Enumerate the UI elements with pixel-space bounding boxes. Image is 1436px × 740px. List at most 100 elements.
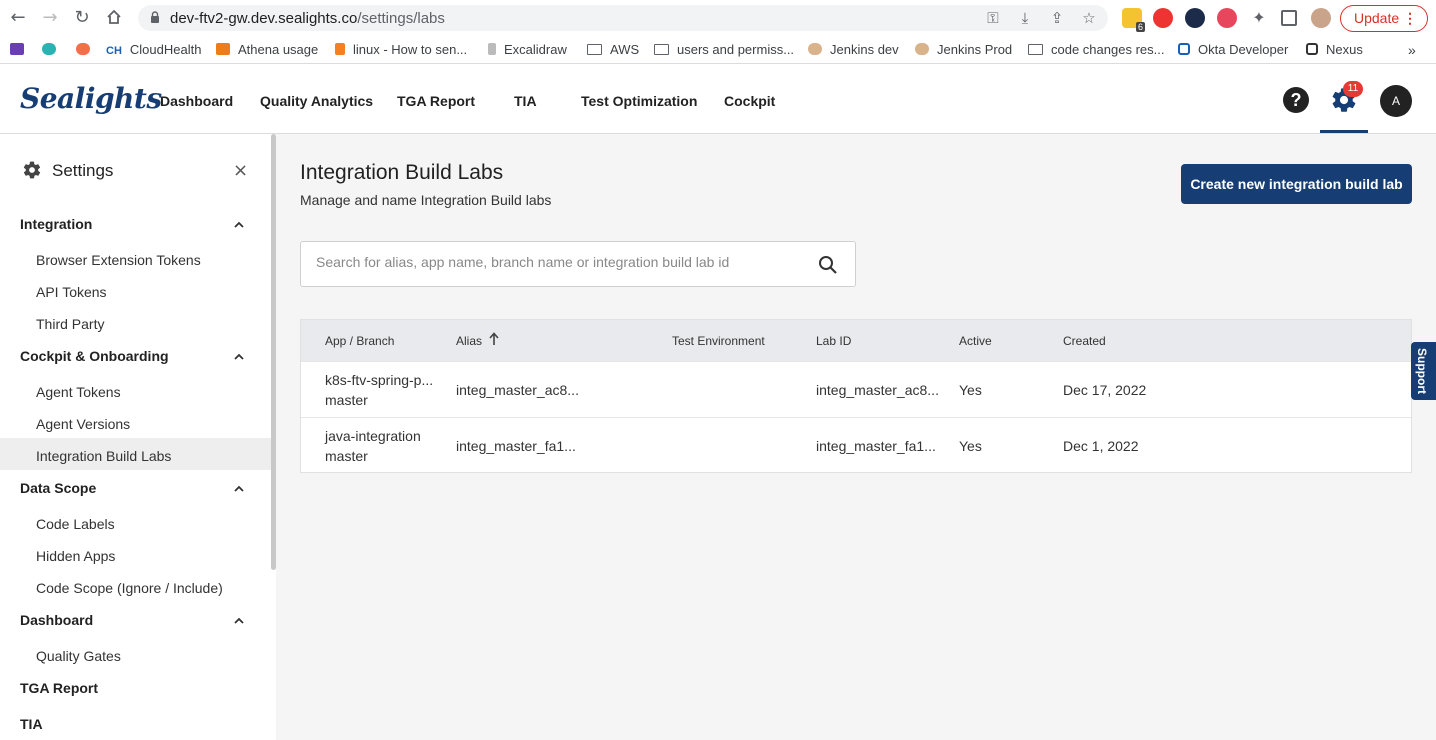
column-app-branch[interactable]: App / Branch — [325, 334, 394, 348]
bookmark-nexus[interactable]: Nexus — [1306, 42, 1363, 57]
bookmark-jenkins-dev[interactable]: Jenkins dev — [808, 42, 899, 57]
sidebar-item-quality-gates[interactable]: Quality Gates — [36, 648, 121, 664]
column-active[interactable]: Active — [959, 334, 992, 348]
sidebar-item-browser-extension-tokens[interactable]: Browser Extension Tokens — [36, 252, 201, 268]
bookmark-athena-usage[interactable]: Athena usage — [216, 42, 318, 57]
user-avatar[interactable]: A — [1380, 85, 1412, 117]
sidebar-item-code-labels[interactable]: Code Labels — [36, 516, 115, 532]
extensions-puzzle-icon[interactable]: ✦ — [1249, 8, 1269, 28]
sidebar-section-integration[interactable]: Integration — [20, 216, 92, 232]
cell-created: Dec 1, 2022 — [1063, 438, 1139, 454]
sidebar-item-api-tokens[interactable]: API Tokens — [36, 284, 107, 300]
notification-badge: 11 — [1343, 81, 1363, 97]
bookmark-favicon-orange[interactable] — [76, 42, 98, 57]
table-row[interactable]: k8s-ftv-spring-p... master integ_master_… — [301, 361, 1411, 417]
sidebar-section-tga-report[interactable]: TGA Report — [20, 680, 98, 696]
bookmark-star-icon[interactable]: ☆ — [1080, 9, 1098, 27]
bookmark-cloudhealth[interactable]: CH CloudHealth — [106, 42, 201, 57]
chevron-up-icon[interactable] — [234, 220, 244, 230]
home-icon[interactable] — [104, 8, 124, 28]
sidebar-section-cockpit-onboarding[interactable]: Cockpit & Onboarding — [20, 348, 169, 364]
main-content: Integration Build Labs Manage and name I… — [276, 134, 1436, 740]
bookmark-excalidraw[interactable]: Excalidraw — [488, 42, 567, 57]
bookmark-users-and-permissions[interactable]: users and permiss... — [654, 42, 794, 57]
folder-icon — [654, 44, 669, 55]
page-title: Integration Build Labs — [300, 161, 504, 184]
cell-alias: integ_master_fa1... — [456, 438, 576, 454]
sidebar-section-dashboard[interactable]: Dashboard — [20, 612, 93, 628]
cell-branch: master — [325, 392, 368, 408]
nav-tga-report[interactable]: TGA Report — [397, 93, 475, 109]
extension-notes-icon[interactable]: 6 — [1122, 8, 1145, 32]
help-icon[interactable]: ? — [1283, 87, 1309, 113]
reload-icon[interactable]: ↻ — [72, 8, 92, 28]
extension-dark-icon[interactable] — [1185, 8, 1205, 28]
sidebar-item-hidden-apps[interactable]: Hidden Apps — [36, 548, 115, 564]
cell-active: Yes — [959, 438, 982, 454]
extension-pink-icon[interactable] — [1217, 8, 1237, 28]
side-panel-icon[interactable] — [1281, 10, 1297, 26]
settings-sidebar: Settings × Integration Browser Extension… — [0, 134, 276, 740]
bookmarks-more-icon[interactable]: » — [1408, 42, 1416, 58]
column-alias[interactable]: Alias — [456, 334, 482, 348]
chevron-up-icon[interactable] — [234, 616, 244, 626]
bookmark-code-changes[interactable]: code changes res... — [1028, 42, 1164, 57]
sealights-logo[interactable]: Sealights — [20, 82, 162, 115]
column-created[interactable]: Created — [1063, 334, 1106, 348]
table-header: App / Branch Alias Test Environment Lab … — [301, 320, 1411, 361]
table-row[interactable]: java-integration master integ_master_fa1… — [301, 417, 1411, 473]
support-tab[interactable]: Support — [1411, 342, 1436, 400]
sidebar-item-integration-build-labs[interactable]: Integration Build Labs — [36, 448, 171, 464]
sidebar-item-agent-versions[interactable]: Agent Versions — [36, 416, 130, 432]
bookmark-aws[interactable]: AWS — [587, 42, 639, 57]
cell-app: k8s-ftv-spring-p... — [325, 372, 434, 388]
install-icon[interactable]: ⤓ — [1016, 9, 1034, 27]
bookmark-linux[interactable]: linux - How to sen... — [335, 42, 467, 57]
back-icon[interactable]: ← — [8, 8, 28, 28]
search-icon[interactable] — [818, 255, 838, 275]
cell-active: Yes — [959, 382, 982, 398]
column-lab-id[interactable]: Lab ID — [816, 334, 851, 348]
update-button[interactable]: Update ⋮ — [1340, 5, 1428, 32]
folder-icon — [587, 44, 602, 55]
bookmark-okta-developer[interactable]: Okta Developer — [1178, 42, 1288, 57]
sidebar-item-agent-tokens[interactable]: Agent Tokens — [36, 384, 121, 400]
url-text: dev-ftv2-gw.dev.sealights.co/settings/la… — [170, 10, 445, 27]
nav-dashboard[interactable]: Dashboard — [160, 93, 233, 109]
address-bar[interactable]: dev-ftv2-gw.dev.sealights.co/settings/la… — [138, 5, 1108, 31]
cell-created: Dec 17, 2022 — [1063, 382, 1147, 398]
browser-toolbar: ← → ↻ dev-ftv2-gw.dev.sealights.co/setti… — [0, 0, 1436, 36]
app-header: Sealights Dashboard Quality Analytics TG… — [0, 68, 1436, 134]
key-icon[interactable]: ⚿ — [984, 9, 1002, 27]
sidebar-item-third-party[interactable]: Third Party — [36, 316, 104, 332]
nav-cockpit[interactable]: Cockpit — [724, 93, 775, 109]
share-icon[interactable]: ⇪ — [1048, 9, 1066, 27]
page-subtitle: Manage and name Integration Build labs — [300, 192, 552, 208]
bookmarks-bar: CH CloudHealth Athena usage linux - How t… — [0, 36, 1436, 64]
bookmark-favicon-purple[interactable] — [10, 42, 32, 57]
settings-gear-icon — [23, 161, 41, 179]
cell-alias: integ_master_ac8... — [456, 382, 579, 398]
bookmark-jenkins-prod[interactable]: Jenkins Prod — [915, 42, 1012, 57]
sidebar-section-tia[interactable]: TIA — [20, 716, 43, 732]
forward-icon[interactable]: → — [40, 8, 60, 28]
chevron-up-icon[interactable] — [234, 352, 244, 362]
chevron-up-icon[interactable] — [234, 484, 244, 494]
active-tab-indicator — [1320, 130, 1368, 133]
column-test-environment[interactable]: Test Environment — [672, 334, 765, 348]
sidebar-section-data-scope[interactable]: Data Scope — [20, 480, 96, 496]
bookmark-favicon-teal[interactable] — [42, 42, 64, 57]
nav-test-optimization[interactable]: Test Optimization — [581, 93, 697, 109]
close-icon[interactable]: × — [233, 160, 248, 181]
lock-icon — [151, 11, 159, 23]
cell-branch: master — [325, 448, 368, 464]
create-integration-build-lab-button[interactable]: Create new integration build lab — [1181, 164, 1412, 204]
sort-ascending-icon[interactable] — [489, 332, 499, 346]
profile-avatar-icon[interactable] — [1311, 8, 1331, 28]
nav-quality-analytics[interactable]: Quality Analytics — [260, 93, 373, 109]
labs-table: App / Branch Alias Test Environment Lab … — [300, 319, 1412, 473]
extension-red-icon[interactable] — [1153, 8, 1173, 28]
search-input[interactable] — [316, 254, 796, 270]
sidebar-item-code-scope[interactable]: Code Scope (Ignore / Include) — [36, 580, 223, 596]
nav-tia[interactable]: TIA — [514, 93, 537, 109]
